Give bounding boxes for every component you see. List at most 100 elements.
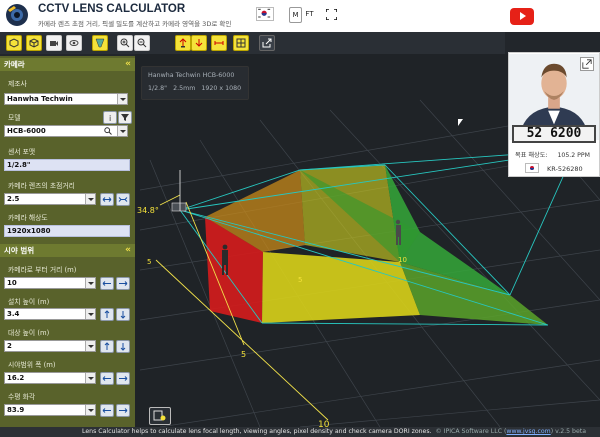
target-down-button[interactable] xyxy=(116,340,130,353)
camera-section-header[interactable]: 카메라 « xyxy=(0,58,135,71)
search-icon[interactable] xyxy=(104,127,112,135)
license-plate: 52 6200 xyxy=(512,125,596,143)
camera-3d-button[interactable] xyxy=(6,35,22,51)
share-button[interactable] xyxy=(259,35,275,51)
arrows-icon xyxy=(102,408,111,413)
app-subtitle: 카메라 렌즈 초점 거리, 픽셀 밀도를 계산하고 카메라 영역을 3D로 확인 xyxy=(38,20,232,28)
expand-preview-button[interactable] xyxy=(580,57,594,71)
hfov-select[interactable]: 83.9 xyxy=(4,404,96,416)
plate-flag-icon xyxy=(525,163,539,173)
target-preview-panel: 52 6200 목표 해상도: 105.2 PPM KR-526280 xyxy=(508,52,600,177)
collapse-icon[interactable]: « xyxy=(125,244,131,257)
height-up-button[interactable] xyxy=(100,308,114,321)
fov-section-title: 시야 범위 xyxy=(4,246,35,255)
unit-meters-button[interactable]: M xyxy=(289,7,302,23)
footer-text: Lens Calculator helps to calculate lens … xyxy=(82,428,432,435)
target-up-button[interactable] xyxy=(100,340,114,353)
projection-button[interactable] xyxy=(92,35,108,51)
sensor-label: 센서 포맷 xyxy=(8,148,36,156)
distance-tick-5a: 5 xyxy=(147,258,151,266)
info-sensor: 1/2.8" xyxy=(148,85,168,92)
camera-3d-icon xyxy=(9,38,19,48)
lens-decrease-button[interactable] xyxy=(100,193,114,206)
ruler-button[interactable] xyxy=(211,35,227,51)
footer-copyright: © IPICA Software LLC ( xyxy=(435,428,507,435)
info-icon: i xyxy=(109,114,111,122)
target-height-select[interactable]: 2 xyxy=(4,340,96,352)
filter-button[interactable] xyxy=(118,111,132,124)
youtube-icon[interactable] xyxy=(510,8,534,25)
chevron-down-icon[interactable] xyxy=(85,194,95,204)
footer-link[interactable]: www.jvsg.com xyxy=(506,428,550,435)
chevron-down-icon[interactable] xyxy=(117,126,127,136)
distance-increase-button[interactable] xyxy=(116,277,130,290)
lens-label: 카메라 렌즈의 초점거리 xyxy=(8,182,75,190)
resolution-label: 카메라 해상도 xyxy=(8,214,48,222)
info-button[interactable]: i xyxy=(103,111,117,124)
arrow-down-icon xyxy=(120,311,126,319)
snapshot-button[interactable] xyxy=(149,407,171,425)
camera-up-button[interactable] xyxy=(175,35,191,51)
distance-select[interactable]: 10 xyxy=(4,277,96,289)
rotate-view-icon xyxy=(69,40,79,46)
arrows-icon xyxy=(102,197,112,202)
ppm-label: 목표 해상도: xyxy=(515,152,548,159)
video-view-button[interactable] xyxy=(46,35,62,51)
language-flag-icon[interactable] xyxy=(256,7,274,21)
svg-text:i: i xyxy=(109,114,111,122)
manufacturer-select[interactable]: Hanwha Techwin xyxy=(4,93,128,105)
camera-model xyxy=(171,202,187,212)
chevron-down-icon[interactable] xyxy=(85,309,95,319)
lens-increase-button[interactable] xyxy=(116,193,130,206)
chevron-down-icon[interactable] xyxy=(85,278,95,288)
plate-id: KR-526280 xyxy=(547,165,583,173)
arrow-up-icon xyxy=(104,342,110,350)
lens-logo-icon xyxy=(6,4,28,26)
box-view-button[interactable] xyxy=(26,35,42,51)
footer-version: ) v.2.5 beta xyxy=(550,428,586,435)
distance-decrease-button[interactable] xyxy=(100,277,114,290)
hfov-decrease-button[interactable] xyxy=(100,404,114,417)
unit-feet-button[interactable]: FT xyxy=(303,7,316,23)
zoom-in-button[interactable] xyxy=(117,35,133,51)
collapse-icon[interactable]: « xyxy=(125,58,131,71)
chevron-down-icon[interactable] xyxy=(117,94,127,104)
share-icon xyxy=(262,38,272,48)
filter-icon xyxy=(121,114,129,121)
hfov-label: 수평 화각 xyxy=(8,393,36,401)
fullscreen-icon[interactable] xyxy=(326,9,337,20)
height-down-button[interactable] xyxy=(116,308,130,321)
camera-up-icon xyxy=(179,38,187,48)
arrows-icon xyxy=(118,197,128,202)
chevron-down-icon[interactable] xyxy=(85,341,95,351)
manufacturer-label: 제조사 xyxy=(8,80,27,88)
grid-button[interactable] xyxy=(233,35,249,51)
ppm-row: 목표 해상도: 105.2 PPM xyxy=(515,150,590,159)
chevron-down-icon[interactable] xyxy=(85,373,95,383)
footer-bar: Lens Calculator helps to calculate lens … xyxy=(0,427,600,437)
sensor-value: 1/2.8" xyxy=(4,159,130,171)
fov-section-header[interactable]: 시야 범위 « xyxy=(0,244,135,257)
chevron-down-icon[interactable] xyxy=(85,405,95,415)
app-title: CCTV LENS CALCULATOR xyxy=(38,3,186,15)
arrow-up-icon xyxy=(104,310,110,318)
snapshot-icon xyxy=(153,410,166,421)
fov-width-select[interactable]: 16.2 xyxy=(4,372,96,384)
arrows-icon xyxy=(119,281,128,286)
zoom-out-button[interactable] xyxy=(134,35,150,51)
video-icon xyxy=(50,41,58,46)
camera-section-title: 카메라 xyxy=(4,60,25,69)
hfov-increase-button[interactable] xyxy=(116,404,130,417)
arrow-down-icon xyxy=(120,343,126,351)
width-decrease-button[interactable] xyxy=(100,372,114,385)
lens-select[interactable]: 2.5 xyxy=(4,193,96,205)
mouse-cursor-icon xyxy=(458,119,463,126)
rotate-view-button[interactable] xyxy=(66,35,82,51)
settings-panel: 카메라 « 제조사 Hanwha Techwin 모델 i HCB-6000 센서… xyxy=(0,56,135,437)
view-toolbar xyxy=(0,32,505,54)
expand-icon xyxy=(582,59,592,69)
camera-down-button[interactable] xyxy=(191,35,207,51)
install-height-select[interactable]: 3.4 xyxy=(4,308,96,320)
arrows-icon xyxy=(119,408,128,413)
width-increase-button[interactable] xyxy=(116,372,130,385)
